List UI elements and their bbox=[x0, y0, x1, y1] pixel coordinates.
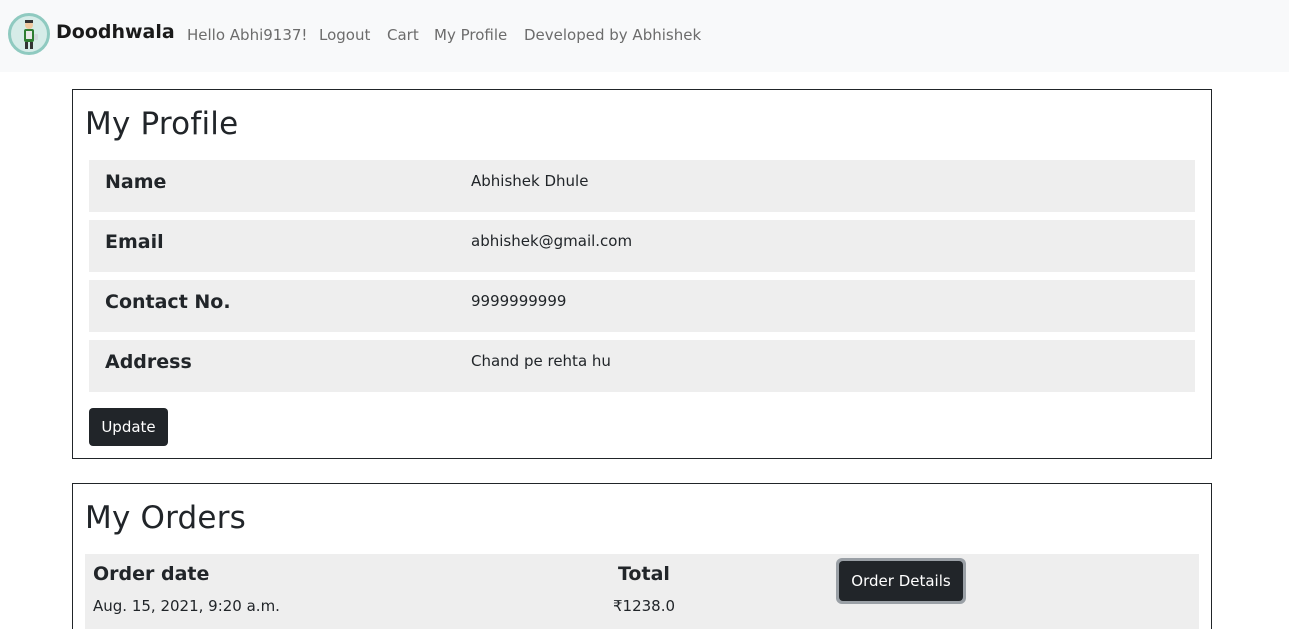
order-total-value: ₹1238.0 bbox=[613, 597, 676, 615]
order-row: Order date Aug. 15, 2021, 9:20 a.m. Tota… bbox=[85, 554, 1199, 629]
nav-link-cart[interactable]: Cart bbox=[387, 26, 419, 44]
field-value: Chand pe rehta hu bbox=[471, 352, 611, 370]
profile-title: My Profile bbox=[85, 106, 239, 142]
field-label: Address bbox=[105, 351, 192, 373]
nav-link-developer[interactable]: Developed by Abhishek bbox=[524, 26, 701, 44]
nav-link-my-profile[interactable]: My Profile bbox=[434, 26, 507, 44]
field-value: Abhishek Dhule bbox=[471, 172, 589, 190]
navbar: Doodhwala Hello Abhi9137! Logout Cart My… bbox=[0, 0, 1289, 72]
profile-row-address: Address Chand pe rehta hu bbox=[89, 340, 1195, 392]
profile-row-contact: Contact No. 9999999999 bbox=[89, 280, 1195, 332]
brand-name[interactable]: Doodhwala bbox=[56, 21, 175, 43]
field-value: abhishek@gmail.com bbox=[471, 232, 633, 250]
orders-card: My Orders Order date Aug. 15, 2021, 9:20… bbox=[72, 483, 1212, 629]
profile-row-name: Name Abhishek Dhule bbox=[89, 160, 1195, 212]
greeting-text: Hello Abhi9137! bbox=[187, 26, 308, 44]
field-label: Contact No. bbox=[105, 291, 231, 313]
profile-row-email: Email abhishek@gmail.com bbox=[89, 220, 1195, 272]
update-button[interactable]: Update bbox=[89, 408, 168, 446]
nav-link-logout[interactable]: Logout bbox=[319, 26, 370, 44]
field-label: Name bbox=[105, 171, 167, 193]
field-label: Email bbox=[105, 231, 164, 253]
order-details-focus-ring: Order Details bbox=[836, 558, 966, 604]
field-value: 9999999999 bbox=[471, 292, 567, 310]
order-total-header: Total bbox=[618, 563, 670, 585]
milkman-logo-icon bbox=[24, 20, 38, 49]
brand-logo-icon[interactable] bbox=[8, 13, 50, 55]
profile-card: My Profile Name Abhishek Dhule Email abh… bbox=[72, 89, 1212, 459]
order-details-button[interactable]: Order Details bbox=[839, 561, 963, 601]
orders-title: My Orders bbox=[85, 500, 246, 536]
order-date-value: Aug. 15, 2021, 9:20 a.m. bbox=[93, 597, 280, 615]
order-date-header: Order date bbox=[93, 563, 210, 585]
